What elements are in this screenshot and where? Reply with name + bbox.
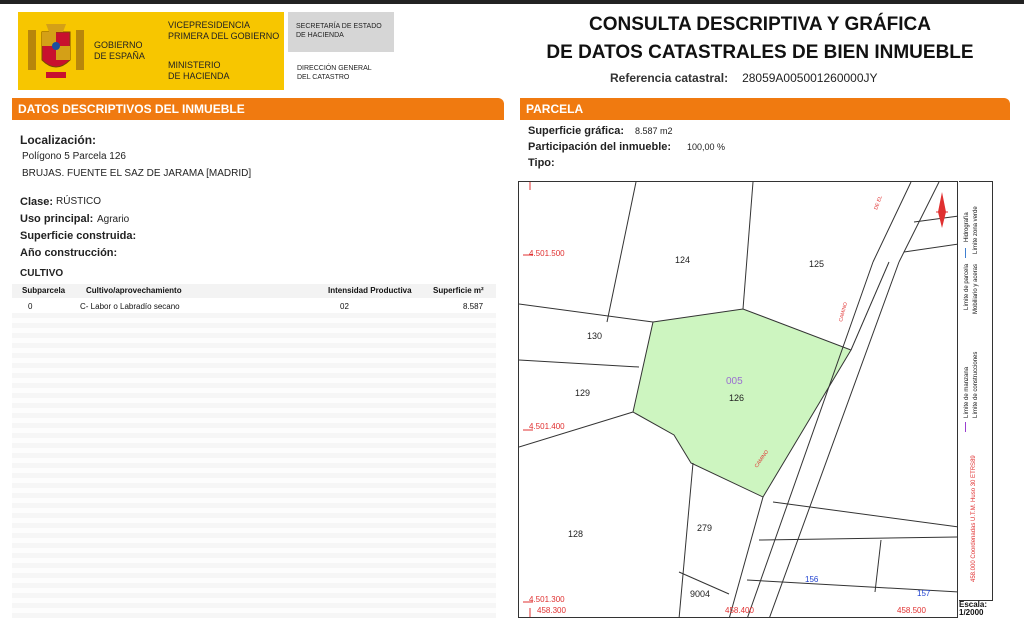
north-arrow-icon: [936, 192, 948, 228]
parcel-label-126: 126: [729, 393, 744, 403]
cell-cultivo: C- Labor o Labradío secano: [80, 302, 180, 311]
map-drawing: 4.501.500 4.501.400 4.501.300 458.300 45…: [519, 182, 957, 617]
parcel-label-279: 279: [697, 523, 712, 533]
legend-coordinates: 458.000 Coordenadas U.T.M. Huso 30 ETRS8…: [971, 455, 977, 582]
legend-mobiliario: Mobiliario y aceras: [973, 263, 979, 314]
scale-value: 1/2000: [959, 608, 984, 617]
parcel-label-156: 156: [805, 575, 819, 584]
clase-value: RÚSTICO: [56, 196, 101, 207]
vicepresidencia-label: VICEPRESIDENCIA PRIMERA DEL GOBIERNO: [168, 20, 280, 41]
document-title-line2: DE DATOS CATASTRALES DE BIEN INMUEBLE: [546, 42, 974, 63]
document-title-line1: CONSULTA DESCRIPTIVA Y GRÁFICA: [588, 14, 932, 35]
top-border: [0, 0, 1024, 4]
x-label-3: 458.500: [897, 606, 926, 615]
participacion-label: Participación del inmueble:: [528, 141, 672, 153]
cell-subparcela: 0: [28, 302, 33, 311]
legend-limite-manzana: Límite de manzana: [964, 366, 970, 418]
parcel-label-130: 130: [587, 331, 602, 341]
ref-value: 28059A005001260000JY: [742, 71, 878, 85]
localizacion-label: Localización:: [20, 133, 97, 147]
y-label-3: 4.501.300: [529, 595, 565, 604]
legend-limite-parcela: Límite de parcela: [964, 263, 970, 310]
uso-principal-label: Uso principal:: [20, 213, 94, 225]
legend-hidrografia: Hidrografía: [964, 212, 970, 242]
cultivo-label: CULTIVO: [20, 268, 64, 279]
government-logo-block: GOBIERNO DE ESPAÑA VICEPRESIDENCIA PRIME…: [18, 12, 284, 90]
legend-zona-verde: Límite zona verde: [973, 206, 979, 254]
parcel-label-129: 129: [575, 388, 590, 398]
col-subparcela: Subparcela: [22, 286, 66, 295]
ref-label: Referencia catastral:: [610, 71, 729, 85]
cultivo-table-header: Subparcela Cultivo/aprovechamiento Inten…: [12, 284, 496, 298]
legend-hidrografia-swatch: [965, 248, 966, 258]
ministerio-label: MINISTERIO DE HACIENDA: [168, 60, 230, 81]
road-label-de-el: DE EL: [873, 195, 884, 211]
reference-cadastral: Referencia catastral: 28059A005001260000J…: [610, 71, 878, 85]
col-cultivo: Cultivo/aprovechamiento: [86, 286, 182, 295]
parcel-label-124: 124: [675, 255, 690, 265]
superficie-construida-label: Superficie construida:: [20, 230, 137, 242]
secretaria-block: SECRETARÍA DE ESTADO DE HACIENDA: [288, 12, 394, 52]
map-legend: Límite de parcela Hidrografía Mobiliario…: [959, 181, 993, 601]
superficie-grafica-label: Superficie gráfica:: [528, 125, 624, 137]
table-empty-area: [12, 313, 496, 618]
cadastral-map[interactable]: 4.501.500 4.501.400 4.501.300 458.300 45…: [518, 181, 958, 618]
anio-construccion-label: Año construcción:: [20, 247, 118, 259]
direccion-general-label: DIRECCIÓN GENERAL DEL CATASTRO: [297, 65, 372, 81]
spain-coat-of-arms-icon: [28, 24, 84, 78]
x-label-1: 458.300: [537, 606, 566, 615]
legend-limite-construcciones: Límite de construcciones: [973, 351, 979, 418]
tipo-label: Tipo:: [528, 157, 555, 169]
cell-intensidad: 02: [340, 302, 349, 311]
x-label-2: 458.400: [725, 606, 754, 615]
parcel-label-157: 157: [917, 589, 931, 598]
participacion-value: 100,00 %: [687, 142, 726, 152]
uso-principal-value: Agrario: [97, 214, 130, 225]
parcel-label-9004: 9004: [690, 589, 710, 599]
cell-superficie: 8.587: [463, 302, 484, 311]
col-intensidad: Intensidad Productiva: [328, 286, 412, 295]
y-label-2: 4.501.400: [529, 422, 565, 431]
y-label-1: 4.501.500: [529, 249, 565, 258]
parcel-label-128: 128: [568, 529, 583, 539]
table-row: 0 C- Labor o Labradío secano 02 8.587: [12, 300, 496, 312]
clase-label: Clase:: [20, 196, 54, 208]
localizacion-line1: Polígono 5 Parcela 126: [22, 151, 126, 162]
localizacion-line2: BRUJAS. FUENTE EL SAZ DE JARAMA [MADRID]: [22, 168, 252, 179]
road-label-camino-1: CAMINO: [838, 302, 849, 323]
secretaria-label: SECRETARÍA DE ESTADO DE HACIENDA: [296, 23, 382, 39]
parcel-126-area[interactable]: [632, 308, 852, 498]
descriptive-data-heading: DATOS DESCRIPTIVOS DEL INMUEBLE: [12, 98, 504, 120]
subparcel-label-005: 005: [726, 376, 743, 387]
parcel-heading: PARCELA: [520, 98, 1010, 120]
parcel-label-125: 125: [809, 259, 824, 269]
col-superficie: Superficie m²: [433, 286, 484, 295]
map-scale: Escala: 1/2000: [959, 601, 993, 618]
legend-manzana-swatch: [965, 422, 966, 432]
gobierno-label: GOBIERNO DE ESPAÑA: [94, 40, 145, 61]
superficie-grafica-value: 8.587 m2: [635, 126, 673, 136]
